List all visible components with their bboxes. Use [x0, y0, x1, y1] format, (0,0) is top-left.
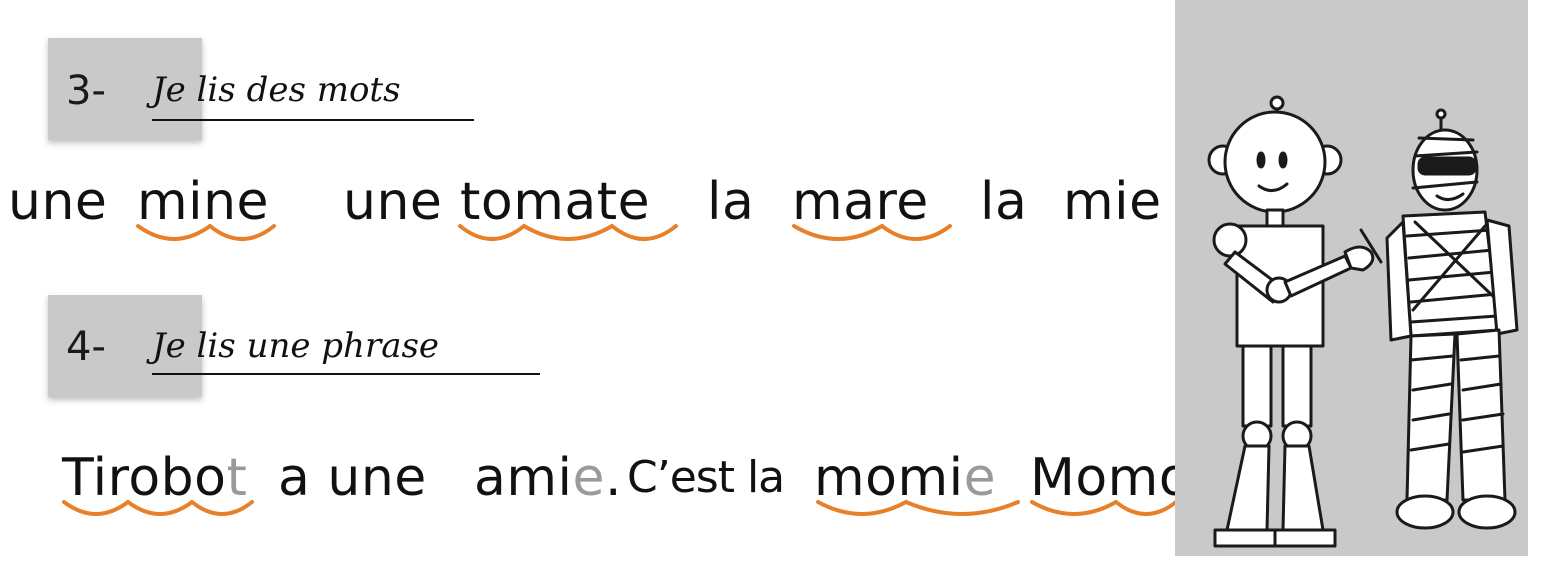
syllable-arc: [816, 500, 908, 516]
syllable-arc: [1114, 500, 1178, 516]
robot-and-mummy-illustration-icon: [1207, 95, 1519, 548]
illustration-panel: [1175, 0, 1528, 556]
syllable-arc: [126, 500, 194, 516]
syllable-arc: [610, 224, 678, 241]
syllable-arc: [1030, 500, 1118, 516]
syllable-arc: [904, 500, 1020, 516]
syllable-arc: [458, 224, 526, 241]
syllable-arc: [190, 500, 254, 516]
syllable-arc: [522, 224, 614, 241]
syllable-arc: [880, 224, 952, 241]
syllable-arc: [208, 224, 276, 241]
syllable-arc: [792, 224, 884, 241]
syllable-arc: [62, 500, 130, 516]
syllable-arc: [136, 224, 212, 241]
